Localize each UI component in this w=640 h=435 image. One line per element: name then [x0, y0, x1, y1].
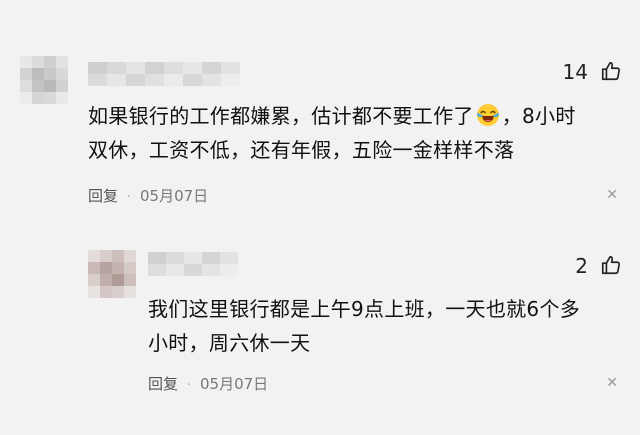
comment-meta: 回复 · 05月07日 — [88, 185, 208, 206]
username[interactable] — [88, 62, 240, 86]
avatar[interactable] — [88, 250, 136, 298]
comment-text: 如果银行的工作都嫌累，估计都不要工作了 ，8小时 双休，工资不低，还有年假，五险一… — [88, 99, 628, 167]
separator-dot: · — [182, 378, 196, 393]
like-count: 14 — [562, 60, 588, 84]
reply-text-line1: 我们这里银行都是上午9点上班，一天也就6个多 — [148, 297, 581, 321]
comment-text-line2: 双休，工资不低，还有年假，五险一金样样不落 — [88, 138, 515, 162]
close-icon[interactable]: ✕ — [606, 375, 618, 391]
laughing-crying-emoji-icon — [476, 103, 500, 127]
reply-meta: 回复 · 05月07日 — [148, 373, 268, 394]
close-icon[interactable]: ✕ — [606, 187, 618, 203]
reply-date: 05月07日 — [199, 375, 269, 393]
reply-text: 我们这里银行都是上午9点上班，一天也就6个多 小时，周六休一天 — [148, 292, 628, 360]
reply-text-line2: 小时，周六休一天 — [148, 331, 311, 355]
reply-button[interactable]: 回复 — [148, 375, 178, 393]
separator-dot: · — [122, 190, 136, 205]
like-count: 2 — [575, 254, 588, 278]
avatar[interactable] — [20, 56, 68, 104]
reply-button[interactable]: 回复 — [88, 187, 118, 205]
comment-date: 05月07日 — [139, 187, 209, 205]
comment-text-line1: 如果银行的工作都嫌累，估计都不要工作了 ，8小时 — [88, 103, 576, 128]
comment-item: 14 如果银行的工作都嫌累，估计都不要工作了 ，8小时 双休，工资不低，还有年假，… — [0, 0, 640, 215]
username[interactable] — [148, 252, 238, 276]
thumbs-up-icon[interactable] — [600, 60, 622, 86]
thumbs-up-icon[interactable] — [600, 254, 622, 280]
reply-item: 2 我们这里银行都是上午9点上班，一天也就6个多 小时，周六休一天 回复 · 0… — [0, 240, 640, 435]
